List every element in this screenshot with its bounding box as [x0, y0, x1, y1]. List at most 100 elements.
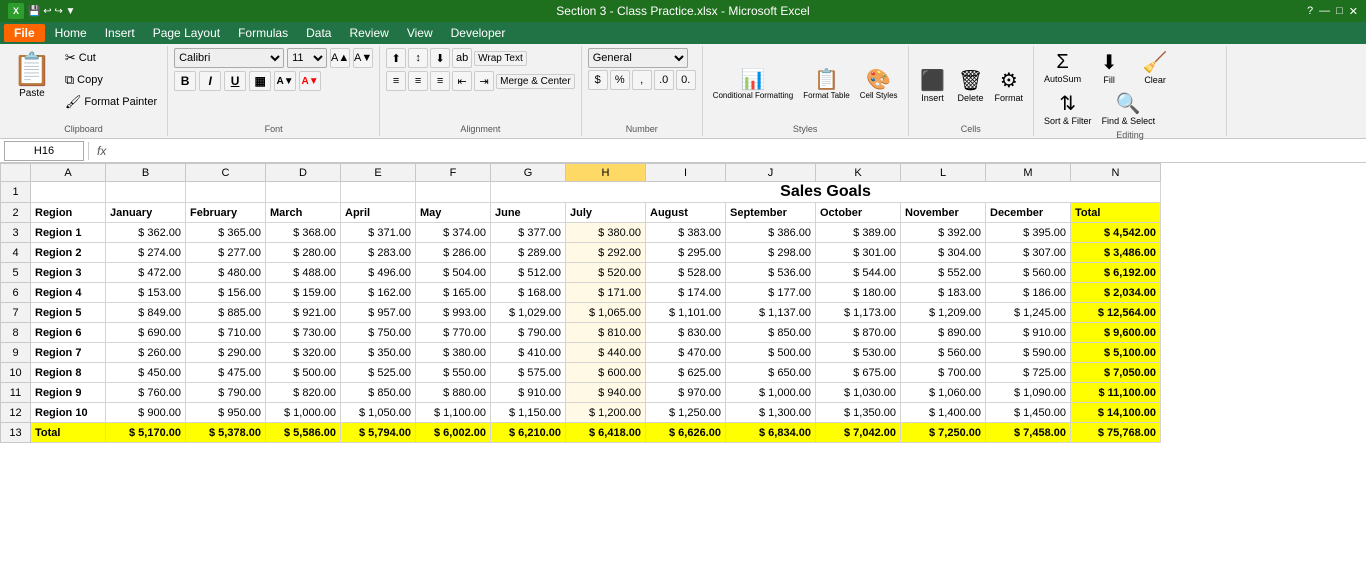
table-cell[interactable]: $ 970.00	[646, 383, 726, 403]
insert-menu[interactable]: Insert	[97, 24, 143, 42]
table-cell[interactable]: $ 1,350.00	[816, 403, 901, 423]
table-cell[interactable]: $ 1,101.00	[646, 303, 726, 323]
help-icon[interactable]: ?	[1307, 5, 1313, 17]
row-header-5[interactable]: 5	[1, 263, 31, 283]
table-cell[interactable]: $ 298.00	[726, 243, 816, 263]
table-cell[interactable]: $ 280.00	[266, 243, 341, 263]
table-cell[interactable]: $ 307.00	[986, 243, 1071, 263]
text-orient-btn[interactable]: ab	[452, 48, 472, 68]
table-cell[interactable]: $ 274.00	[106, 243, 186, 263]
table-cell[interactable]: $ 14,100.00	[1071, 403, 1161, 423]
table-cell[interactable]: $ 410.00	[491, 343, 566, 363]
table-cell[interactable]: $ 900.00	[106, 403, 186, 423]
table-cell[interactable]: $ 289.00	[491, 243, 566, 263]
table-cell[interactable]	[31, 182, 106, 203]
table-cell[interactable]: $ 760.00	[106, 383, 186, 403]
row-header-7[interactable]: 7	[1, 303, 31, 323]
table-cell[interactable]: $ 177.00	[726, 283, 816, 303]
window-controls[interactable]: ? — □ ✕	[1307, 5, 1358, 18]
table-cell[interactable]: November	[901, 203, 986, 223]
table-cell[interactable]	[416, 182, 491, 203]
wrap-text-button[interactable]: Wrap Text	[474, 51, 527, 66]
table-cell[interactable]: $ 440.00	[566, 343, 646, 363]
table-cell[interactable]: Total	[31, 423, 106, 443]
table-cell[interactable]	[186, 182, 266, 203]
table-cell[interactable]: $ 260.00	[106, 343, 186, 363]
table-cell[interactable]: $ 520.00	[566, 263, 646, 283]
insert-button[interactable]: ⬛ Insert	[915, 66, 951, 105]
table-cell[interactable]: $ 950.00	[186, 403, 266, 423]
table-cell[interactable]: August	[646, 203, 726, 223]
cell-reference-box[interactable]	[4, 141, 84, 161]
col-header-l[interactable]: L	[901, 164, 986, 182]
table-cell[interactable]: $ 6,834.00	[726, 423, 816, 443]
table-cell[interactable]: $ 488.00	[266, 263, 341, 283]
table-cell[interactable]: May	[416, 203, 491, 223]
table-cell[interactable]: $ 365.00	[186, 223, 266, 243]
table-cell[interactable]: $ 850.00	[341, 383, 416, 403]
table-cell[interactable]: $ 290.00	[186, 343, 266, 363]
table-cell[interactable]: February	[186, 203, 266, 223]
table-cell[interactable]: July	[566, 203, 646, 223]
table-cell[interactable]: $ 168.00	[491, 283, 566, 303]
table-cell[interactable]: $ 7,042.00	[816, 423, 901, 443]
table-cell[interactable]: $ 1,100.00	[416, 403, 491, 423]
col-header-n[interactable]: N	[1071, 164, 1161, 182]
table-cell[interactable]: $ 374.00	[416, 223, 491, 243]
table-cell[interactable]: $ 389.00	[816, 223, 901, 243]
delete-button[interactable]: 🗑 Delete	[953, 66, 989, 105]
table-cell[interactable]: $ 11,100.00	[1071, 383, 1161, 403]
increase-decimal-btn[interactable]: .0	[654, 70, 674, 90]
table-cell[interactable]: $ 820.00	[266, 383, 341, 403]
table-cell[interactable]: $ 377.00	[491, 223, 566, 243]
table-cell[interactable]: $ 159.00	[266, 283, 341, 303]
fill-color-button[interactable]: A▼	[274, 71, 296, 91]
table-cell[interactable]: $ 380.00	[566, 223, 646, 243]
table-cell[interactable]: $ 7,458.00	[986, 423, 1071, 443]
table-cell[interactable]: $ 849.00	[106, 303, 186, 323]
col-header-e[interactable]: E	[341, 164, 416, 182]
table-cell[interactable]: Region 1	[31, 223, 106, 243]
find-select-button[interactable]: 🔍 Find & Select	[1098, 89, 1160, 128]
align-left-btn[interactable]: ≡	[386, 71, 406, 91]
table-cell[interactable]: $ 183.00	[901, 283, 986, 303]
table-cell[interactable]: $ 1,090.00	[986, 383, 1071, 403]
table-cell[interactable]: $ 2,034.00	[1071, 283, 1161, 303]
table-cell[interactable]: $ 5,100.00	[1071, 343, 1161, 363]
table-cell[interactable]: $ 75,768.00	[1071, 423, 1161, 443]
table-cell[interactable]: $ 921.00	[266, 303, 341, 323]
table-cell[interactable]: $ 725.00	[986, 363, 1071, 383]
table-cell[interactable]: $ 993.00	[416, 303, 491, 323]
table-cell[interactable]: $ 386.00	[726, 223, 816, 243]
table-cell[interactable]: $ 380.00	[416, 343, 491, 363]
row-header-11[interactable]: 11	[1, 383, 31, 403]
table-cell[interactable]: $ 383.00	[646, 223, 726, 243]
table-cell[interactable]: Region 10	[31, 403, 106, 423]
format-button[interactable]: ⚙ Format	[991, 66, 1028, 105]
table-cell[interactable]: $ 650.00	[726, 363, 816, 383]
table-cell[interactable]: $ 1,250.00	[646, 403, 726, 423]
table-cell[interactable]	[266, 182, 341, 203]
table-cell[interactable]: Region 3	[31, 263, 106, 283]
table-cell[interactable]: $ 1,173.00	[816, 303, 901, 323]
table-cell[interactable]: Region 7	[31, 343, 106, 363]
table-cell[interactable]: October	[816, 203, 901, 223]
table-cell[interactable]	[106, 182, 186, 203]
bold-button[interactable]: B	[174, 71, 196, 91]
table-cell[interactable]: $ 450.00	[106, 363, 186, 383]
table-cell[interactable]: $ 575.00	[491, 363, 566, 383]
table-cell[interactable]: Region 5	[31, 303, 106, 323]
table-cell[interactable]: $ 7,050.00	[1071, 363, 1161, 383]
table-cell[interactable]: $ 320.00	[266, 343, 341, 363]
table-cell[interactable]: Region 6	[31, 323, 106, 343]
table-cell[interactable]: $ 350.00	[341, 343, 416, 363]
row-header-8[interactable]: 8	[1, 323, 31, 343]
table-cell[interactable]: $ 1,245.00	[986, 303, 1071, 323]
spreadsheet-container[interactable]: A B C D E F G H I J K L M N 1Sales Goals…	[0, 163, 1366, 570]
table-cell[interactable]: $ 1,137.00	[726, 303, 816, 323]
col-header-b[interactable]: B	[106, 164, 186, 182]
table-cell[interactable]: $ 910.00	[491, 383, 566, 403]
table-cell[interactable]: $ 550.00	[416, 363, 491, 383]
table-cell[interactable]: $ 1,029.00	[491, 303, 566, 323]
table-cell[interactable]: $ 500.00	[266, 363, 341, 383]
